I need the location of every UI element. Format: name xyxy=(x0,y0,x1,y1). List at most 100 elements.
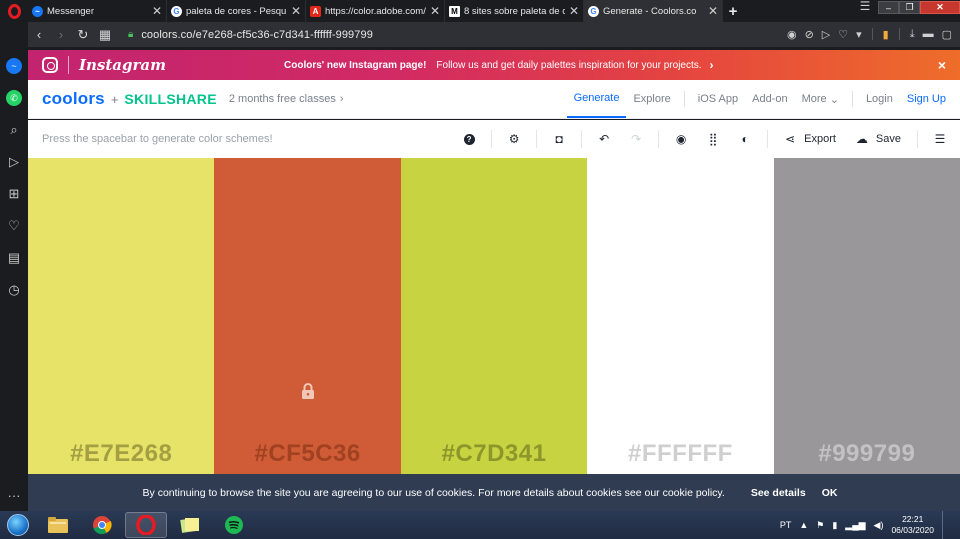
color-swatch[interactable]: #E7E268 xyxy=(28,158,215,474)
tab-close-icon[interactable]: ✕ xyxy=(291,4,301,18)
banner-close-button[interactable]: × xyxy=(938,57,946,73)
sidebar-bookmarks[interactable]: ♡ xyxy=(0,210,28,242)
promo-link[interactable]: 2 months free classes › xyxy=(229,93,344,105)
tray-expand-icon[interactable]: ▲ xyxy=(799,520,808,530)
color-swatch[interactable]: #FFFFFF xyxy=(587,158,774,474)
undo-button[interactable]: ↶ xyxy=(592,127,616,151)
instagram-banner[interactable]: Instagram Coolors' new Instagram page! Fo… xyxy=(28,50,960,80)
apps-icon: ⊞ xyxy=(8,186,20,201)
color-hex-label[interactable]: #E7E268 xyxy=(28,440,214,468)
nav-add-on[interactable]: Add-on xyxy=(745,80,794,118)
maximize-button[interactable]: ❐ xyxy=(899,1,920,14)
color-swatch[interactable]: #999799 xyxy=(773,158,960,474)
lock-icon[interactable] xyxy=(299,382,317,400)
nav-explore[interactable]: Explore xyxy=(626,80,677,118)
camera-button[interactable]: ◘ xyxy=(547,127,571,151)
heart-icon: ♡ xyxy=(8,218,20,233)
tab-close-icon[interactable]: ✕ xyxy=(708,4,718,18)
volume-icon[interactable]: ◀) xyxy=(874,520,884,531)
tab-title: paleta de cores - Pesquisa xyxy=(186,5,287,17)
cookie-ok-button[interactable]: OK xyxy=(822,487,838,499)
coolors-logo[interactable]: coolors xyxy=(42,89,105,109)
tab-close-icon[interactable]: ✕ xyxy=(430,4,440,18)
taskbar-sticky-notes[interactable] xyxy=(169,512,211,538)
export-button[interactable]: ⋖ xyxy=(778,127,802,151)
cookie-see-details-link[interactable]: See details xyxy=(751,487,806,499)
contrast-icon: ◐ xyxy=(741,132,749,146)
snapshot-icon[interactable]: ▢ xyxy=(942,28,952,41)
sidebar-history[interactable]: ◷ xyxy=(0,274,28,306)
tab-close-icon[interactable]: ✕ xyxy=(569,4,579,18)
download-icon[interactable]: ⤓ xyxy=(910,28,915,41)
sidebar-search[interactable]: ⌕ xyxy=(0,114,28,146)
save-label[interactable]: Save xyxy=(876,133,901,145)
nav-ios-app[interactable]: iOS App xyxy=(691,80,745,118)
forward-arrow-icon[interactable]: › xyxy=(50,27,72,42)
sidebar-apps[interactable]: ⊞ xyxy=(0,178,28,210)
taskbar-explorer[interactable] xyxy=(37,512,79,538)
sidebar-more[interactable]: ··· xyxy=(0,479,28,511)
new-tab-button[interactable]: + xyxy=(723,0,743,22)
tab-adobe-color[interactable]: A https://color.adobe.com/pt ✕ xyxy=(306,0,445,22)
export-label[interactable]: Export xyxy=(804,133,836,145)
login-link[interactable]: Login xyxy=(859,80,900,118)
language-indicator[interactable]: PT xyxy=(780,520,792,530)
taskbar-chrome[interactable] xyxy=(81,512,123,538)
sidebar-send[interactable]: ▷ xyxy=(0,146,28,178)
bookmark-heart-icon[interactable]: ♡ xyxy=(838,28,848,41)
url-field[interactable]: coolors.co/e7e268-cf5c36-c7d341-ffffff-9… xyxy=(141,29,373,41)
camera-icon[interactable]: ◉ xyxy=(787,28,797,41)
chrome-icon xyxy=(93,516,112,535)
network-signal-icon[interactable]: ▂▄▆ xyxy=(845,520,865,531)
nav-more[interactable]: More ⌄ xyxy=(795,80,846,118)
hamburger-menu-button[interactable]: ☰ xyxy=(928,127,952,151)
battery-icon[interactable]: ▮ xyxy=(832,520,837,531)
color-swatch[interactable]: #C7D341 xyxy=(400,158,588,474)
help-button[interactable]: ? xyxy=(457,127,481,151)
opera-menu-button[interactable] xyxy=(0,0,28,22)
color-hex-label[interactable]: #FFFFFF xyxy=(587,440,773,468)
back-arrow-icon[interactable]: ‹ xyxy=(28,27,50,42)
color-swatch[interactable]: #CF5C36 xyxy=(214,158,401,474)
ad-block-icon[interactable]: ⊘ xyxy=(805,28,814,41)
send-to-flow-icon[interactable]: ▷ xyxy=(822,28,830,41)
save-button[interactable]: ☁ xyxy=(850,127,874,151)
tab-medium-article[interactable]: M 8 sites sobre paleta de cores ✕ xyxy=(445,0,584,22)
speed-dial-icon[interactable]: ▦ xyxy=(94,27,116,43)
nav-generate[interactable]: Generate xyxy=(566,80,627,118)
taskbar-opera[interactable] xyxy=(125,512,167,538)
vpn-badge-icon[interactable]: ▾ xyxy=(856,28,862,41)
start-button[interactable] xyxy=(0,511,36,539)
wallet-icon[interactable]: ▮ xyxy=(883,28,889,41)
tab-coolors[interactable]: G Generate - Coolors.co ✕ xyxy=(584,0,723,22)
sidebar-messenger[interactable]: ~ xyxy=(0,50,28,82)
spacebar-hint: Press the spacebar to generate color sch… xyxy=(42,133,273,145)
easy-setup-icon[interactable]: ☰ xyxy=(852,0,878,13)
tab-google-search[interactable]: G paleta de cores - Pesquisa ✕ xyxy=(167,0,306,22)
contrast-button[interactable]: ◐ xyxy=(733,127,757,151)
redo-button[interactable]: ↷ xyxy=(624,127,648,151)
view-button[interactable]: ◉ xyxy=(669,127,693,151)
show-desktop-button[interactable] xyxy=(942,511,952,539)
sidebar-news[interactable]: ▤ xyxy=(0,242,28,274)
color-hex-label[interactable]: #C7D341 xyxy=(401,440,587,468)
flag-icon[interactable]: ⚑ xyxy=(816,520,824,531)
reload-icon[interactable]: ↻ xyxy=(72,27,94,43)
skillshare-logo[interactable]: SKILLSHARE xyxy=(124,91,216,107)
minimize-button[interactable]: – xyxy=(878,1,899,14)
clock[interactable]: 22:21 06/03/2020 xyxy=(891,514,934,536)
grid-view-button[interactable]: ⣿ xyxy=(701,127,725,151)
secure-lock-icon[interactable]: 🔒︎ xyxy=(128,29,133,40)
sidebar-whatsapp[interactable]: ✆ xyxy=(0,82,28,114)
color-hex-label[interactable]: #CF5C36 xyxy=(214,440,400,468)
color-hex-label[interactable]: #999799 xyxy=(774,440,960,468)
taskbar-spotify[interactable] xyxy=(213,512,255,538)
battery-saver-icon[interactable]: ▬ xyxy=(923,28,934,41)
settings-button[interactable]: ⚙ xyxy=(502,127,526,151)
screen: { "browser": { "tabs": [ {"title": "Mess… xyxy=(0,0,960,539)
signup-link[interactable]: Sign Up xyxy=(900,80,960,118)
tab-close-icon[interactable]: ✕ xyxy=(152,4,162,18)
nav-more-label: More xyxy=(801,93,827,105)
tab-messenger[interactable]: ~ Messenger ✕ xyxy=(28,0,167,22)
close-window-button[interactable]: ✕ xyxy=(920,1,960,14)
